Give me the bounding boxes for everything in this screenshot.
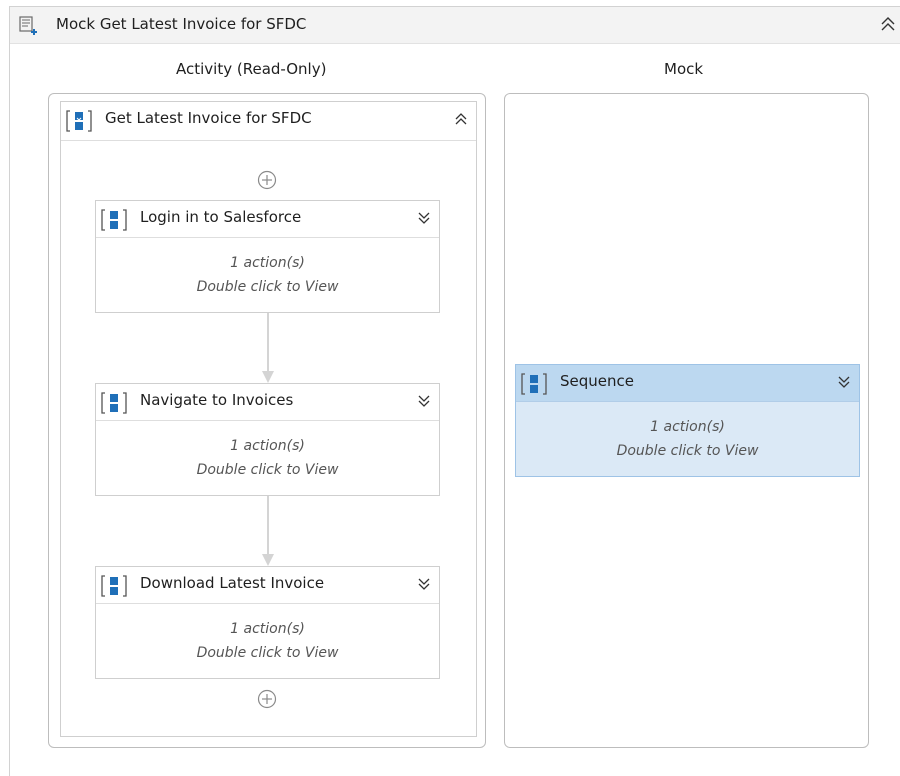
double-click-hint: Double click to View [616, 443, 759, 459]
collapse-double-chevron-up-icon[interactable] [878, 15, 898, 33]
flow-arrow-icon [260, 313, 276, 389]
double-click-hint: Double click to View [196, 279, 339, 295]
outer-sequence-header[interactable]: Get Latest Invoice for SFDC [61, 102, 476, 141]
collapse-double-chevron-up-icon[interactable] [453, 111, 469, 131]
outer-sequence-label: Get Latest Invoice for SFDC [105, 109, 312, 127]
add-activity-plus-icon[interactable] [257, 170, 277, 194]
action-count: 1 action(s) [230, 438, 305, 454]
mock-sequence-label: Sequence [560, 372, 634, 390]
action-count: 1 action(s) [650, 419, 725, 435]
sequence-icon [519, 371, 549, 401]
sequence-icon [99, 573, 129, 603]
sequence-icon [64, 108, 94, 138]
expand-double-chevron-down-icon[interactable] [416, 393, 432, 413]
activity-label: Download Latest Invoice [140, 574, 325, 592]
mock-title: Mock Get Latest Invoice for SFDC [56, 15, 307, 33]
sequence-icon [99, 207, 129, 237]
flow-arrow-icon [260, 496, 276, 572]
activity-download[interactable]: Download Latest Invoice 1 action(s) Doub… [95, 566, 440, 679]
expand-double-chevron-down-icon[interactable] [416, 576, 432, 596]
action-count: 1 action(s) [230, 621, 305, 637]
activity-login[interactable]: Login in to Salesforce 1 action(s) Doubl… [95, 200, 440, 313]
expand-double-chevron-down-icon[interactable] [416, 210, 432, 230]
action-count: 1 action(s) [230, 255, 305, 271]
expand-double-chevron-down-icon[interactable] [836, 374, 852, 394]
activity-label: Login in to Salesforce [140, 208, 302, 226]
double-click-hint: Double click to View [196, 645, 339, 661]
mock-activity-icon [19, 16, 39, 40]
activity-navigate[interactable]: Navigate to Invoices 1 action(s) Double … [95, 383, 440, 496]
add-activity-plus-icon[interactable] [257, 689, 277, 713]
double-click-hint: Double click to View [196, 462, 339, 478]
mock-sequence[interactable]: Sequence 1 action(s) Double click to Vie… [515, 364, 860, 477]
activity-column-title: Activity (Read-Only) [176, 60, 327, 78]
sequence-icon [99, 390, 129, 420]
mock-header[interactable]: Mock Get Latest Invoice for SFDC [10, 7, 900, 44]
activity-label: Navigate to Invoices [140, 391, 294, 409]
mock-column-title: Mock [664, 60, 704, 78]
